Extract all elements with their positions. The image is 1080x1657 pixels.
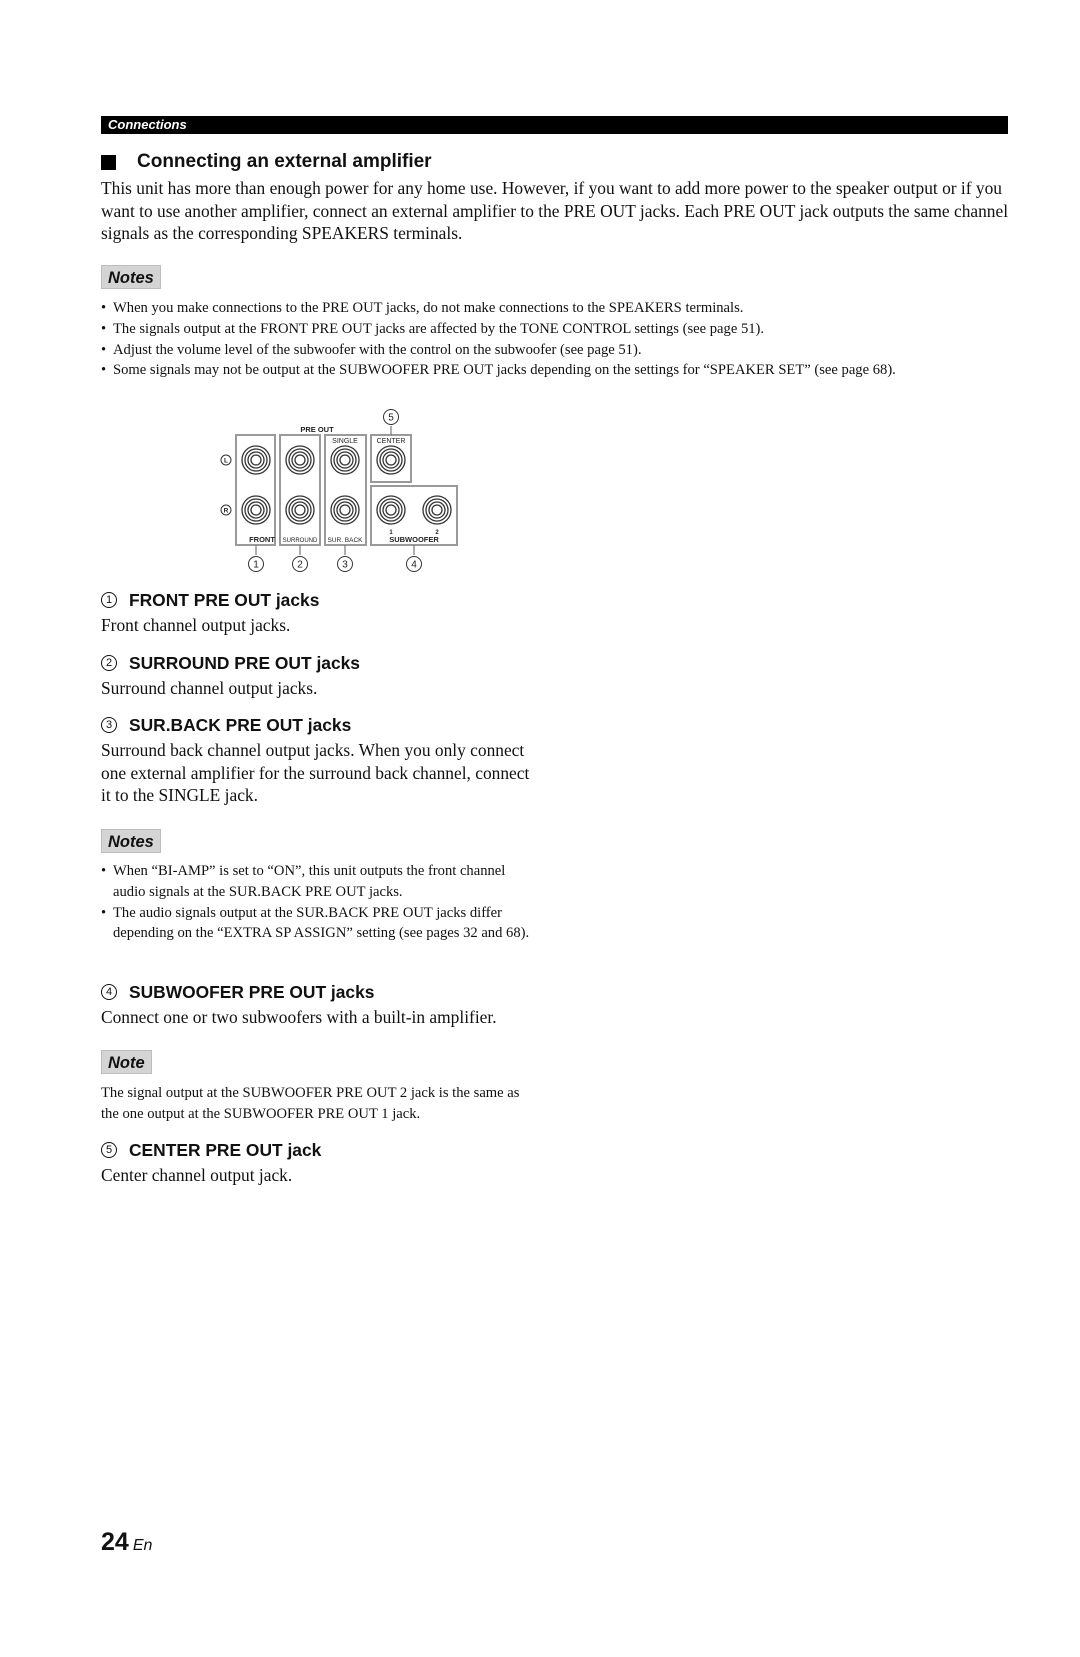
callout-1: 1 xyxy=(248,556,264,572)
jack-sur-back-single xyxy=(330,445,360,475)
svg-text:2: 2 xyxy=(297,560,303,571)
note-item: Adjust the volume level of the subwoofer… xyxy=(101,340,1021,361)
notes-list: When you make connections to the PRE OUT… xyxy=(101,298,1021,381)
surround-label: SURROUND xyxy=(283,538,318,544)
item-sur-back-heading: 3 SUR.BACK PRE OUT jacks xyxy=(101,714,351,736)
callout-4: 4 xyxy=(406,556,422,572)
item-title: CENTER PRE OUT jack xyxy=(129,1140,322,1160)
single-label: SINGLE xyxy=(332,438,358,445)
item-front-body: Front channel output jacks. xyxy=(101,615,291,635)
sur-back-label: SUR. BACK xyxy=(327,537,363,544)
item-center-body: Center channel output jack. xyxy=(101,1165,293,1185)
jack-front-l xyxy=(241,445,271,475)
svg-text:1: 1 xyxy=(253,560,259,571)
jack-surround-r xyxy=(285,495,315,525)
pre-out-title: PRE OUT xyxy=(300,425,334,434)
page-language: En xyxy=(132,1537,153,1554)
jack-sur-back-r xyxy=(330,495,360,525)
item-surround-body: Surround channel output jacks. xyxy=(101,678,318,698)
notes-list: When “BI-AMP” is set to “ON”, this unit … xyxy=(101,861,531,944)
page-number: 24 En xyxy=(101,1528,152,1557)
front-label: FRONT xyxy=(249,535,275,544)
channel-r-marker: R xyxy=(220,504,232,516)
callout-2: 2 xyxy=(292,556,308,572)
notes-label: Notes xyxy=(101,265,161,289)
jack-front-r xyxy=(241,495,271,525)
intro-paragraph: This unit has more than enough power for… xyxy=(101,178,1009,244)
item-title: SURROUND PRE OUT jacks xyxy=(129,653,360,673)
number-circle-icon: 3 xyxy=(101,717,117,733)
item-title: SUR.BACK PRE OUT jacks xyxy=(129,715,352,735)
pre-out-jacks-diagram: L R PRE OUT SINGLE CENTER FRONT SURROUND… xyxy=(200,395,480,585)
item-title: FRONT PRE OUT jacks xyxy=(129,590,320,610)
page-number-value: 24 xyxy=(101,1528,129,1556)
jack-subwoofer-1 xyxy=(376,495,406,525)
item-surround-heading: 2 SURROUND PRE OUT jacks xyxy=(101,652,360,674)
jack-subwoofer-2 xyxy=(422,495,452,525)
section-title-text: Connecting an external amplifier xyxy=(137,151,432,172)
callout-3: 3 xyxy=(337,556,353,572)
svg-text:5: 5 xyxy=(388,413,394,424)
svg-text:3: 3 xyxy=(342,560,348,571)
channel-l-label: L xyxy=(224,458,228,465)
jack-center xyxy=(376,445,406,475)
section-header-bar: Connections xyxy=(101,116,1008,134)
note-label: Note xyxy=(101,1050,152,1074)
note-item: The signals output at the FRONT PRE OUT … xyxy=(101,319,1021,340)
channel-l-marker: L xyxy=(220,454,232,466)
subwoofer-label: SUBWOOFER xyxy=(389,535,439,544)
item-front-heading: 1 FRONT PRE OUT jacks xyxy=(101,589,319,611)
section-title: Connecting an external amplifier xyxy=(101,150,432,174)
center-label: CENTER xyxy=(377,438,406,445)
channel-r-label: R xyxy=(224,508,229,515)
note-item: Some signals may not be output at the SU… xyxy=(101,360,1021,381)
item-title: SUBWOOFER PRE OUT jacks xyxy=(129,982,375,1002)
note-item: When you make connections to the PRE OUT… xyxy=(101,298,1021,319)
number-circle-icon: 2 xyxy=(101,655,117,671)
item-subwoofer-body: Connect one or two subwoofers with a bui… xyxy=(101,1007,497,1027)
item-center-heading: 5 CENTER PRE OUT jack xyxy=(101,1139,321,1161)
note-text: The signal output at the SUBWOOFER PRE O… xyxy=(101,1085,520,1122)
number-circle-icon: 5 xyxy=(101,1142,117,1158)
svg-text:4: 4 xyxy=(411,560,417,571)
notes-label: Notes xyxy=(101,829,161,853)
callout-5: 5 xyxy=(383,409,399,425)
jack-surround-l xyxy=(285,445,315,475)
note-item: The audio signals output at the SUR.BACK… xyxy=(101,903,531,945)
number-circle-icon: 4 xyxy=(101,984,117,1000)
note-item: When “BI-AMP” is set to “ON”, this unit … xyxy=(101,861,531,903)
item-subwoofer-heading: 4 SUBWOOFER PRE OUT jacks xyxy=(101,981,374,1003)
number-circle-icon: 1 xyxy=(101,592,117,608)
section-header-label: Connections xyxy=(108,117,187,132)
square-bullet-icon xyxy=(101,154,116,170)
item-sur-back-body: Surround back channel output jacks. When… xyxy=(101,740,530,806)
